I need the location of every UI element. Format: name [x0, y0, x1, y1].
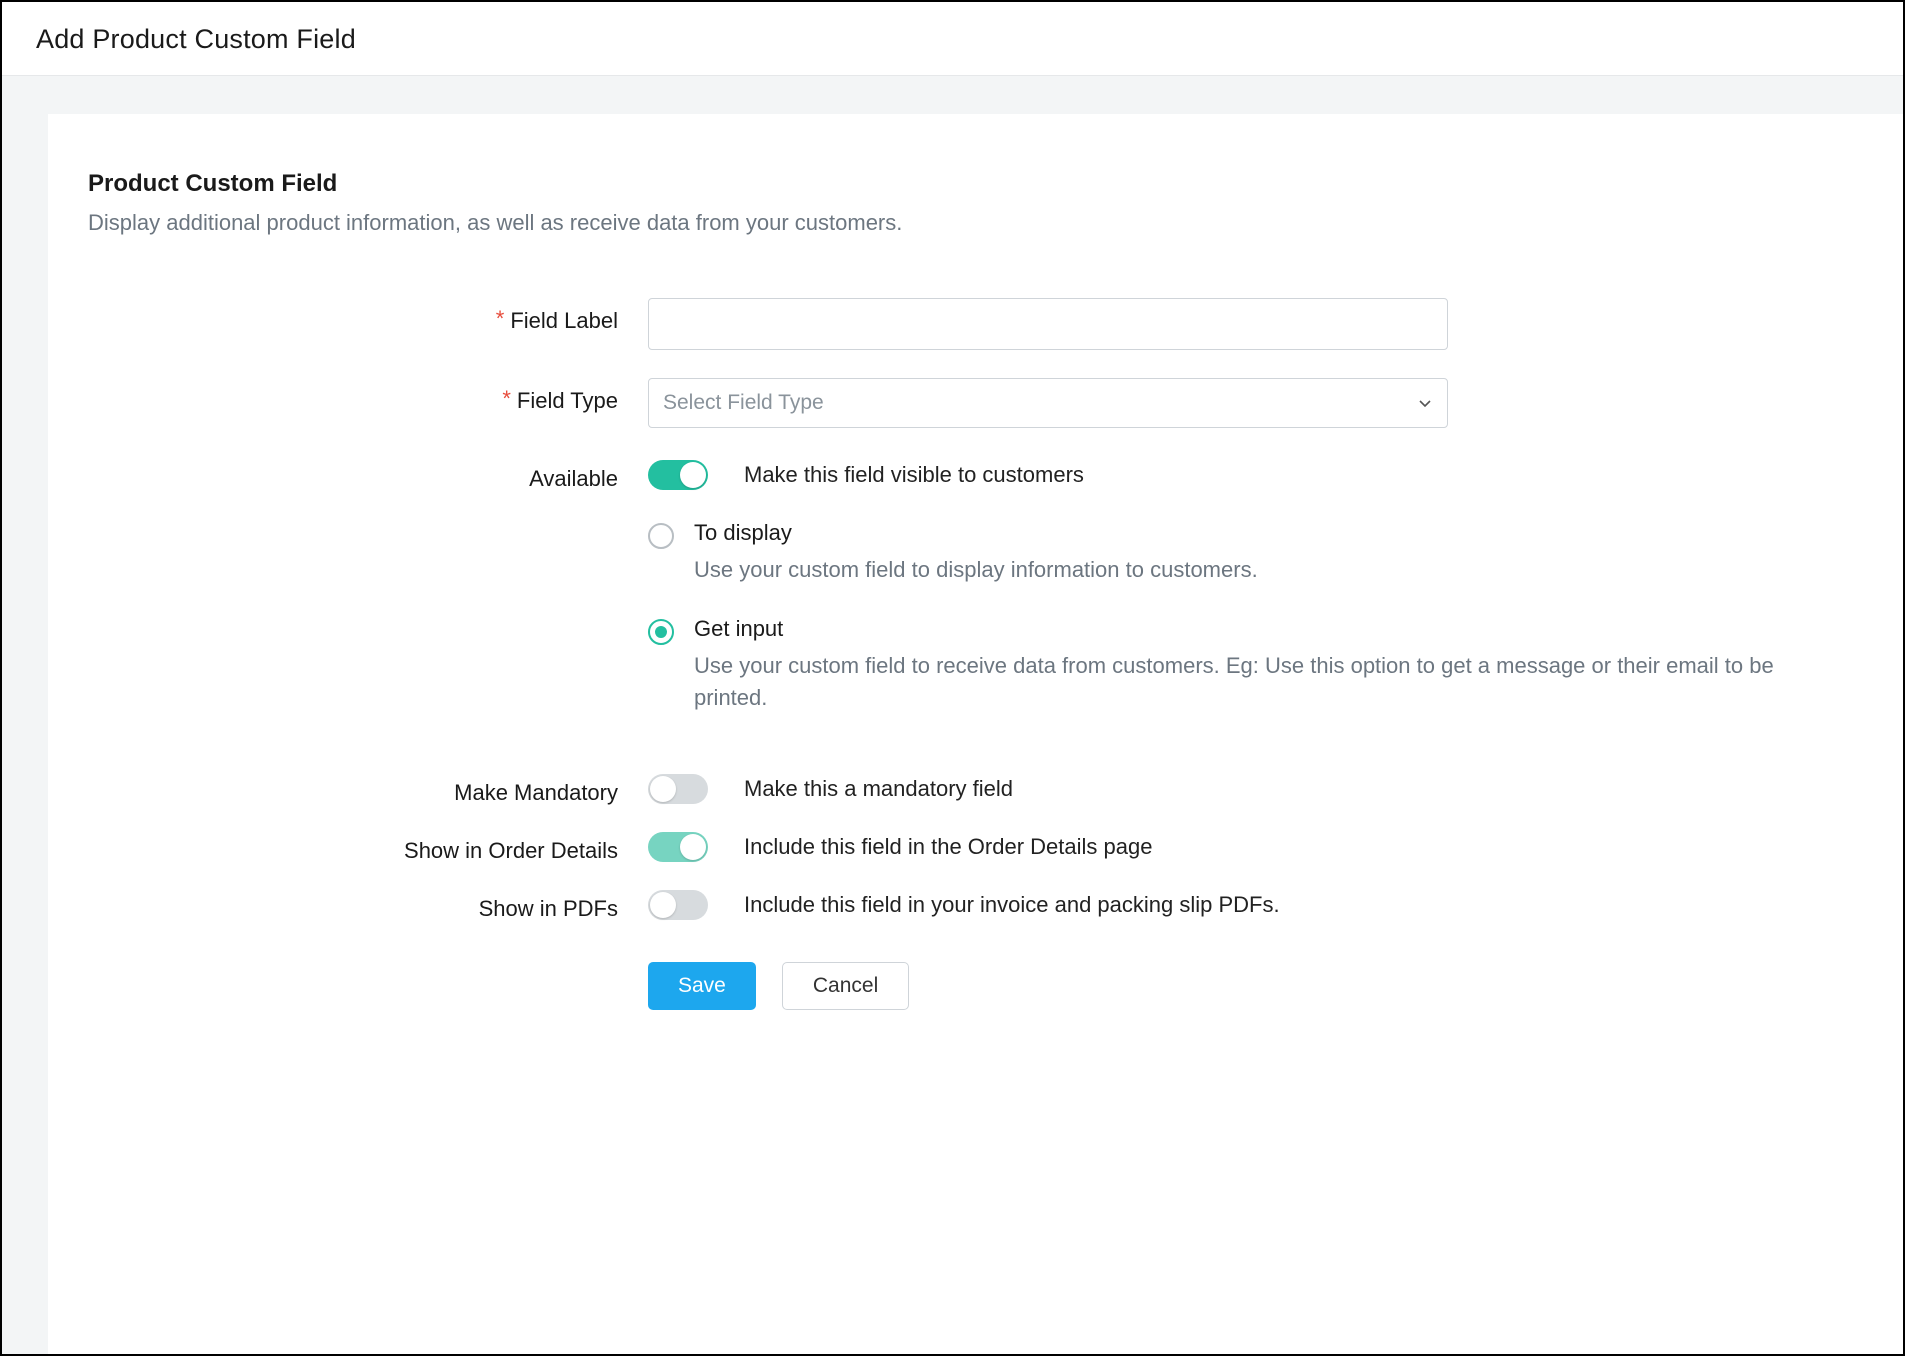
- label-field-label: *Field Label: [88, 298, 648, 334]
- radio-to-display[interactable]: [648, 523, 674, 549]
- make-mandatory-description: Make this a mandatory field: [744, 776, 1013, 802]
- toggle-show-order-details[interactable]: [648, 832, 708, 862]
- toggle-make-mandatory[interactable]: [648, 774, 708, 804]
- row-field-type: *Field Type Select Field Type: [88, 378, 1839, 428]
- mode-option-input: Get input Use your custom field to recei…: [648, 616, 1839, 714]
- form: *Field Label *Field Type Select Field Ty…: [88, 298, 1839, 1010]
- available-description: Make this field visible to customers: [744, 462, 1084, 488]
- chevron-down-icon: [1417, 395, 1433, 411]
- label-make-mandatory: Make Mandatory: [88, 770, 648, 806]
- form-panel: Product Custom Field Display additional …: [48, 114, 1903, 1354]
- mode-radio-group: To display Use your custom field to disp…: [648, 520, 1839, 722]
- row-make-mandatory: Make Mandatory Make this a mandatory fie…: [88, 770, 1839, 806]
- field-label-input[interactable]: [648, 298, 1448, 350]
- label-show-pdfs: Show in PDFs: [88, 886, 648, 922]
- radio-to-display-desc: Use your custom field to display informa…: [694, 554, 1794, 586]
- required-marker: *: [496, 306, 505, 331]
- row-buttons: Save Cancel: [88, 944, 1839, 1010]
- modal-window: Add Product Custom Field Product Custom …: [0, 0, 1905, 1356]
- required-marker: *: [502, 386, 511, 411]
- radio-get-input-desc: Use your custom field to receive data fr…: [694, 650, 1794, 714]
- section-title: Product Custom Field: [88, 170, 1839, 198]
- field-type-select[interactable]: Select Field Type: [648, 378, 1448, 428]
- show-order-details-description: Include this field in the Order Details …: [744, 834, 1152, 860]
- page-title: Add Product Custom Field: [2, 2, 1903, 76]
- row-field-label: *Field Label: [88, 298, 1839, 350]
- row-show-order-details: Show in Order Details Include this field…: [88, 828, 1839, 864]
- save-button[interactable]: Save: [648, 962, 756, 1010]
- show-pdfs-description: Include this field in your invoice and p…: [744, 892, 1280, 918]
- label-available: Available: [88, 456, 648, 492]
- radio-to-display-title: To display: [694, 520, 1839, 546]
- label-show-order-details: Show in Order Details: [88, 828, 648, 864]
- label-field-type: *Field Type: [88, 378, 648, 414]
- radio-get-input-title: Get input: [694, 616, 1839, 642]
- radio-get-input[interactable]: [648, 619, 674, 645]
- field-type-placeholder: Select Field Type: [663, 391, 824, 415]
- toggle-available[interactable]: [648, 460, 708, 490]
- mode-option-display: To display Use your custom field to disp…: [648, 520, 1839, 586]
- row-available: Available Make this field visible to cus…: [88, 456, 1839, 748]
- row-show-pdfs: Show in PDFs Include this field in your …: [88, 886, 1839, 922]
- cancel-button[interactable]: Cancel: [782, 962, 909, 1010]
- section-subtitle: Display additional product information, …: [88, 210, 1839, 236]
- toggle-show-pdfs[interactable]: [648, 890, 708, 920]
- workspace: Product Custom Field Display additional …: [2, 76, 1903, 1354]
